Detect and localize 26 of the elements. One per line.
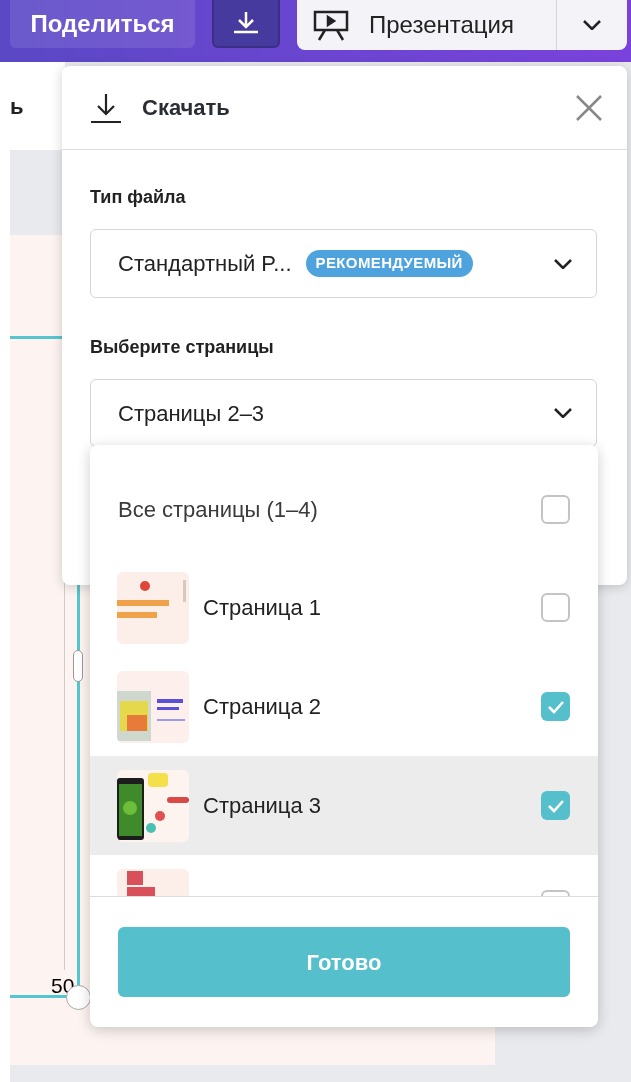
presentation-icon	[313, 9, 349, 41]
chevron-down-icon	[554, 258, 572, 269]
download-icon	[90, 91, 122, 124]
checkbox[interactable]	[541, 593, 570, 622]
download-icon	[233, 12, 259, 34]
check-icon	[546, 699, 565, 714]
field-label: Тип файла	[90, 186, 187, 209]
close-icon	[576, 94, 602, 121]
page-option[interactable]: Страница 3	[90, 756, 598, 855]
field-label: Выберите страницы	[90, 336, 275, 359]
download-button[interactable]	[212, 0, 280, 48]
resize-handle[interactable]	[73, 650, 83, 682]
chevron-down-icon	[583, 20, 601, 30]
check-icon	[546, 798, 565, 813]
toolbar-label: ь	[10, 92, 24, 121]
checkbox[interactable]	[541, 692, 570, 721]
panel-title: Скачать	[142, 94, 230, 122]
all-pages-option[interactable]: Все страницы (1–4)	[90, 460, 598, 558]
share-button[interactable]: Поделиться	[10, 0, 195, 48]
checkbox[interactable]	[541, 494, 570, 524]
page-option[interactable]: Страница 1	[90, 558, 598, 657]
chevron-down-icon	[554, 408, 572, 418]
file-type-select[interactable]: Стандартный P... РЕКОМЕНДУЕМЫЙ	[90, 229, 597, 298]
recommended-badge: РЕКОМЕНДУЕМЫЙ	[305, 250, 473, 277]
checkbox[interactable]	[541, 791, 570, 820]
page-option[interactable]: Страница 2	[90, 657, 598, 756]
